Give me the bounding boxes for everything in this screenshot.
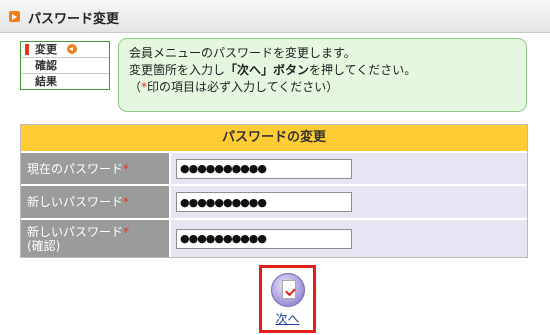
step-confirm: 確認 (21, 57, 109, 73)
instruction-text: を押してください。 (309, 63, 417, 77)
next-button[interactable]: 次へ (259, 265, 316, 333)
instruction-line-3: （*印の項目は必ず入力してください） (129, 79, 526, 96)
field-cell: ●●●●●●●●●● (171, 220, 527, 257)
field-label-text: 新しいパスワード (27, 195, 124, 209)
form-row-confirm-password: 新しいパスワード* (確認) ●●●●●●●●●● (21, 220, 527, 257)
step-result: 結果 (21, 73, 109, 89)
instruction-text: （ (129, 80, 142, 94)
step-indicator: 変更 確認 結果 (20, 41, 110, 90)
required-star: * (123, 224, 130, 239)
step-label: 結果 (35, 75, 57, 88)
bullet-icon (9, 11, 20, 22)
required-star: * (123, 195, 130, 209)
instruction-text: 印の項目は必ず入力してください） (147, 80, 339, 94)
password-change-form: パスワードの変更 現在のパスワード * ●●●●●●●●●● 新しいパスワード * … (20, 124, 528, 258)
field-label: 新しいパスワード * (21, 186, 171, 218)
page-header: パスワード変更 (0, 0, 550, 33)
current-password-input[interactable]: ●●●●●●●●●● (176, 158, 352, 179)
field-label: 現在のパスワード * (21, 153, 171, 184)
instruction-bold: 「次へ」ボタン (225, 63, 310, 77)
form-row-new-password: 新しいパスワード * ●●●●●●●●●● (21, 186, 527, 220)
instruction-line-2: 変更箇所を入力し「次へ」ボタンを押してください。 (129, 62, 526, 79)
page-title: パスワード変更 (28, 12, 120, 27)
step-label: 変更 (35, 43, 57, 56)
step-label: 確認 (35, 59, 57, 72)
confirm-password-input[interactable]: ●●●●●●●●●● (176, 228, 352, 249)
form-title: パスワードの変更 (21, 125, 527, 153)
new-password-input[interactable]: ●●●●●●●●●● (176, 192, 352, 212)
field-label-text: 現在のパスワード (27, 161, 124, 176)
required-star: * (123, 161, 130, 176)
field-cell: ●●●●●●●●●● (171, 186, 527, 218)
field-label-subtext: (確認) (27, 238, 61, 253)
form-row-current-password: 現在のパスワード * ●●●●●●●●●● (21, 153, 527, 186)
document-check-icon (270, 273, 305, 307)
step-change: 変更 (21, 42, 109, 57)
current-step-arrow-icon (66, 44, 77, 54)
instruction-line-1: 会員メニューのパスワードを変更します。 (129, 46, 356, 60)
field-label-text: 新しいパスワード (27, 224, 124, 239)
instruction-box: 会員メニューのパスワードを変更します。 変更箇所を入力し「次へ」ボタンを押してく… (118, 38, 527, 112)
instruction-text: 変更箇所を入力し (129, 63, 226, 77)
next-button-label[interactable]: 次へ (262, 310, 313, 327)
field-label: 新しいパスワード* (確認) (21, 220, 171, 257)
field-cell: ●●●●●●●●●● (171, 153, 527, 184)
